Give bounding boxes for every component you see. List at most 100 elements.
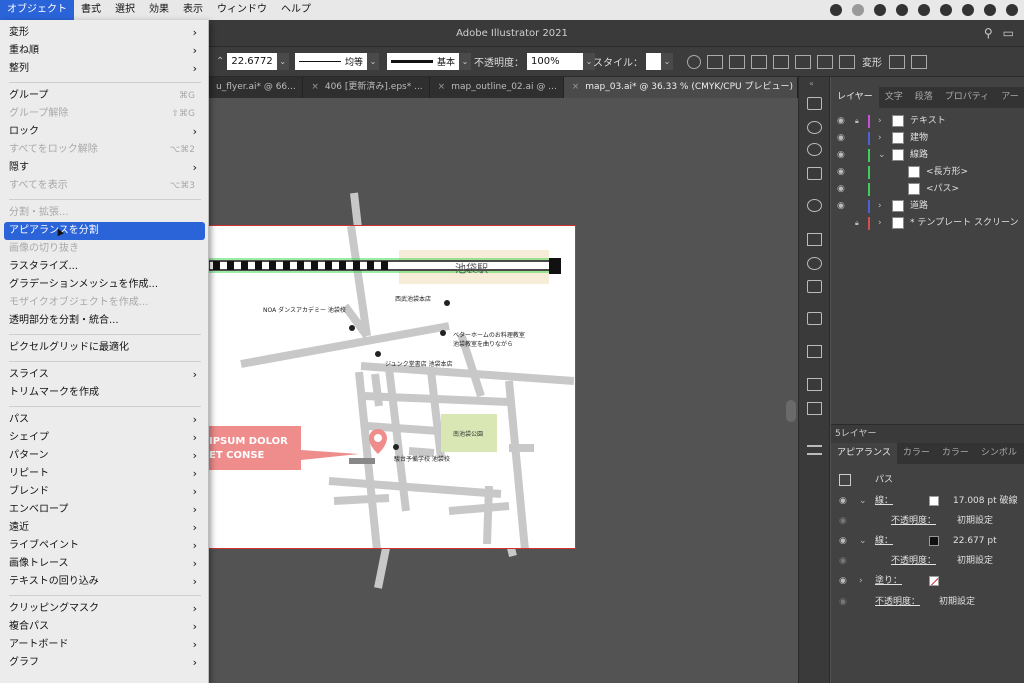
fill-label[interactable]: 塗り： (875, 571, 902, 591)
app-icon[interactable] (918, 4, 930, 16)
menu-item[interactable]: 遠近 › (4, 519, 205, 537)
chevron-down-icon[interactable]: ⌄ (367, 53, 380, 70)
appearance-icon[interactable] (807, 280, 822, 293)
layers-icon[interactable] (807, 97, 822, 110)
doc-tab-2[interactable]: × 406 [更新済み].eps* ... (303, 77, 430, 98)
eye-icon[interactable]: ◉ (837, 147, 845, 164)
close-icon[interactable]: × (572, 82, 580, 92)
settings-icon[interactable] (807, 143, 822, 156)
layer-row[interactable]: ◉ › 道路 (831, 198, 1024, 215)
menu-item[interactable]: グラデーションメッシュを作成... (4, 276, 205, 294)
menu-item[interactable]: グループ ⌘G (4, 87, 205, 105)
align-bottom-icon[interactable] (839, 54, 855, 69)
update-icon[interactable] (896, 4, 908, 16)
close-icon[interactable]: × (438, 82, 446, 92)
layer-row[interactable]: 🔒︎ › * テンプレート スクリーン (831, 215, 1024, 232)
menu-type[interactable]: 書式 (74, 0, 108, 20)
layer-row[interactable]: ◉ › 建物 (831, 130, 1024, 147)
stroke-label[interactable]: 線： (875, 531, 893, 551)
tab-character[interactable]: 文字 (879, 87, 909, 108)
profile-select[interactable]: 均等 (295, 53, 368, 70)
collapse-icon[interactable]: « (809, 79, 814, 88)
lock-icon[interactable]: 🔒︎ (855, 215, 859, 232)
isolate-icon[interactable] (911, 54, 927, 69)
libraries-icon[interactable] (807, 402, 822, 415)
menu-item[interactable]: 整列 › (4, 60, 205, 78)
menu-item[interactable]: シェイプ › (4, 429, 205, 447)
artboards-icon[interactable] (807, 378, 822, 391)
chevron-down-icon[interactable]: ⌄ (459, 53, 472, 70)
style-swatch[interactable] (646, 53, 661, 70)
stroke-swatch[interactable] (929, 536, 939, 546)
menu-item[interactable]: リピート › (4, 465, 205, 483)
menu-view[interactable]: 表示 (176, 0, 210, 20)
opacity-field[interactable]: 100% (527, 53, 583, 70)
play-icon[interactable] (962, 4, 974, 16)
doc-tab-4[interactable]: × map_03.ai* @ 36.33 % (CMYK/CPU プレビュー) (563, 77, 798, 98)
document-setup-icon[interactable] (707, 54, 723, 69)
export-icon[interactable] (807, 345, 822, 358)
tab-properties[interactable]: プロパティ (939, 87, 995, 108)
chevron-down-icon[interactable]: ⌄ (859, 531, 867, 551)
stroke-swatch[interactable] (929, 496, 939, 506)
eye-icon[interactable]: ◉ (837, 113, 845, 130)
workspace-icon[interactable]: ▭ (1003, 26, 1014, 40)
symbols-icon[interactable] (807, 312, 822, 325)
menu-item[interactable]: テキストの回り込み › (4, 573, 205, 591)
menu-item[interactable]: ピクセルグリッドに最適化 (4, 339, 205, 357)
camera-icon[interactable] (940, 4, 952, 16)
lock-icon[interactable]: 🔒︎ (855, 113, 859, 130)
menu-item[interactable]: パターン › (4, 447, 205, 465)
menu-item[interactable]: 複合パス › (4, 618, 205, 636)
menu-help[interactable]: ヘルプ (274, 0, 318, 20)
menu-item[interactable]: ライブペイント › (4, 537, 205, 555)
menu-item[interactable]: クリッピングマスク › (4, 600, 205, 618)
brush-icon[interactable] (807, 199, 822, 212)
opacity-label[interactable]: 不透明度： (891, 551, 936, 571)
history-icon[interactable] (984, 4, 996, 16)
transform-icon[interactable] (889, 54, 905, 69)
eye-icon[interactable]: ◉ (839, 592, 847, 612)
chevron-right-icon[interactable]: › (878, 215, 882, 232)
doc-tab-3[interactable]: × map_outline_02.ai @ ... (430, 77, 564, 98)
align-left-icon[interactable] (729, 54, 745, 69)
chevron-right-icon[interactable]: › (878, 198, 882, 215)
layer-row[interactable]: ◉ <パス> (831, 181, 1024, 198)
wifi-icon[interactable] (1006, 4, 1018, 16)
search-icon[interactable]: ⚲ (984, 26, 993, 40)
chevron-down-icon[interactable]: ⌄ (878, 147, 886, 164)
chevron-right-icon[interactable]: › (878, 113, 882, 130)
eye-icon[interactable]: ◉ (839, 571, 847, 591)
menu-item[interactable]: 透明部分を分割・統合... (4, 312, 205, 330)
tab-paragraph[interactable]: 段落 (909, 87, 939, 108)
transparency-icon[interactable] (807, 257, 822, 270)
menu-select[interactable]: 選択 (108, 0, 142, 20)
chevron-right-icon[interactable]: › (878, 130, 882, 147)
tab-color[interactable]: カラー (897, 443, 936, 464)
menu-item[interactable]: 画像トレース › (4, 555, 205, 573)
brush-select[interactable]: 基本 (387, 53, 460, 70)
doc-tab-1[interactable]: u_flyer.ai* @ 66... (208, 77, 304, 98)
close-icon[interactable]: × (311, 82, 319, 92)
canvas[interactable]: 池袋駅 南池袋公園 西武池袋本店 NOA ダンスアカデミー 池袋校 ベターホーム… (208, 98, 798, 683)
eye-icon[interactable]: ◉ (839, 531, 847, 551)
menu-icon[interactable] (807, 445, 822, 455)
eye-icon[interactable]: ◉ (837, 130, 845, 147)
sync-icon[interactable] (852, 4, 864, 16)
transform-label[interactable]: 変形 (862, 54, 882, 69)
tab-layers[interactable]: レイヤー (831, 87, 879, 108)
eye-icon[interactable]: ◉ (839, 551, 847, 571)
fill-none-swatch[interactable] (929, 576, 939, 586)
line-icon[interactable] (874, 4, 886, 16)
play-icon[interactable] (807, 167, 822, 180)
scroll-handle[interactable] (786, 400, 796, 422)
menu-item[interactable]: スライス › (4, 366, 205, 384)
menu-item[interactable]: ラスタライズ... (4, 258, 205, 276)
menu-item[interactable]: ブレンド › (4, 483, 205, 501)
align-right-icon[interactable] (773, 54, 789, 69)
layer-row[interactable]: ◉ 🔒︎ › テキスト (831, 113, 1024, 130)
stroke-label[interactable]: 線： (875, 491, 893, 511)
opacity-label[interactable]: 不透明度： (875, 592, 920, 612)
eye-icon[interactable]: ◉ (837, 198, 845, 215)
menu-item[interactable]: 変形 › (4, 24, 205, 42)
